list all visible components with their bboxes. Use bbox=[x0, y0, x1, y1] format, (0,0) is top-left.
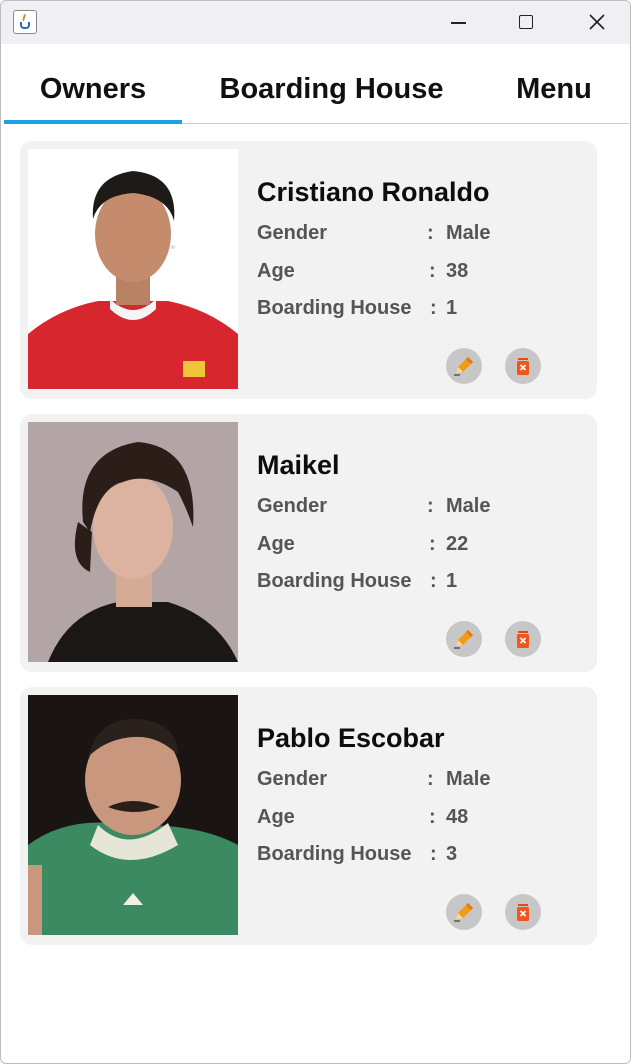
boarding-house-value: 1 bbox=[446, 570, 458, 592]
close-icon bbox=[589, 14, 605, 30]
app-window: Owners Boarding House Menu Cristiano Ron… bbox=[0, 0, 631, 1064]
owner-name: Maikel bbox=[257, 450, 340, 480]
boarding-house-row: Boarding House : 1 bbox=[257, 297, 457, 320]
separator: : bbox=[429, 533, 436, 555]
boarding-house-value: 3 bbox=[446, 843, 458, 865]
java-cup-icon bbox=[13, 10, 37, 34]
age-value: 22 bbox=[446, 533, 469, 555]
owner-name: Pablo Escobar bbox=[257, 723, 445, 753]
boarding-house-label: Boarding House bbox=[257, 843, 412, 865]
gender-value: Male bbox=[446, 222, 491, 244]
separator: : bbox=[429, 260, 436, 282]
minimize-icon bbox=[451, 22, 466, 24]
boarding-house-label: Boarding House bbox=[257, 297, 412, 319]
separator: : bbox=[427, 768, 434, 790]
boarding-house-row: Boarding House : 1 bbox=[257, 570, 457, 593]
edit-button[interactable] bbox=[446, 348, 482, 384]
edit-button[interactable] bbox=[446, 621, 482, 657]
separator: : bbox=[430, 570, 437, 592]
edit-button[interactable] bbox=[446, 894, 482, 930]
pencil-icon bbox=[454, 357, 473, 376]
gender-label: Gender bbox=[257, 495, 328, 517]
gender-label: Gender bbox=[257, 222, 328, 244]
trash-icon bbox=[517, 904, 529, 921]
trash-icon bbox=[517, 358, 529, 375]
trash-icon bbox=[517, 631, 529, 648]
boarding-house-value: 1 bbox=[446, 297, 458, 319]
separator: : bbox=[429, 806, 436, 828]
owner-name: Cristiano Ronaldo bbox=[257, 177, 490, 207]
owner-photo bbox=[28, 422, 238, 662]
owner-card: Pablo Escobar Gender : Male Age : 48 Boa… bbox=[20, 687, 597, 945]
close-button[interactable] bbox=[563, 1, 629, 44]
maximize-icon bbox=[519, 15, 533, 29]
separator: : bbox=[427, 222, 434, 244]
separator: : bbox=[427, 495, 434, 517]
age-row: Age : 48 bbox=[257, 806, 468, 829]
separator: : bbox=[430, 297, 437, 319]
owner-photo bbox=[28, 695, 238, 935]
delete-button[interactable] bbox=[505, 348, 541, 384]
delete-button[interactable] bbox=[505, 894, 541, 930]
age-label: Age bbox=[257, 806, 295, 828]
boarding-house-row: Boarding House : 3 bbox=[257, 843, 457, 866]
gender-row: Gender : Male bbox=[257, 222, 490, 245]
age-row: Age : 38 bbox=[257, 260, 468, 283]
tab-menu[interactable]: Menu bbox=[499, 45, 609, 124]
tab-boarding-house[interactable]: Boarding House bbox=[204, 45, 459, 124]
age-label: Age bbox=[257, 533, 295, 555]
separator: : bbox=[430, 843, 437, 865]
age-label: Age bbox=[257, 260, 295, 282]
boarding-house-label: Boarding House bbox=[257, 570, 412, 592]
minimize-button[interactable] bbox=[425, 1, 491, 44]
title-bar bbox=[1, 1, 630, 44]
owner-card: Cristiano Ronaldo Gender : Male Age : 38… bbox=[20, 141, 597, 399]
delete-button[interactable] bbox=[505, 621, 541, 657]
gender-row: Gender : Male bbox=[257, 495, 490, 518]
gender-label: Gender bbox=[257, 768, 328, 790]
owner-photo bbox=[28, 149, 238, 389]
age-row: Age : 22 bbox=[257, 533, 468, 556]
gender-value: Male bbox=[446, 495, 491, 517]
tab-bar: Owners Boarding House Menu bbox=[4, 45, 629, 124]
age-value: 48 bbox=[446, 806, 469, 828]
tab-owners[interactable]: Owners bbox=[4, 45, 182, 124]
pencil-icon bbox=[454, 903, 473, 922]
owner-card: Maikel Gender : Male Age : 22 Boarding H… bbox=[20, 414, 597, 672]
gender-value: Male bbox=[446, 768, 491, 790]
maximize-button[interactable] bbox=[493, 1, 559, 44]
gender-row: Gender : Male bbox=[257, 768, 490, 791]
pencil-icon bbox=[454, 630, 473, 649]
age-value: 38 bbox=[446, 260, 469, 282]
